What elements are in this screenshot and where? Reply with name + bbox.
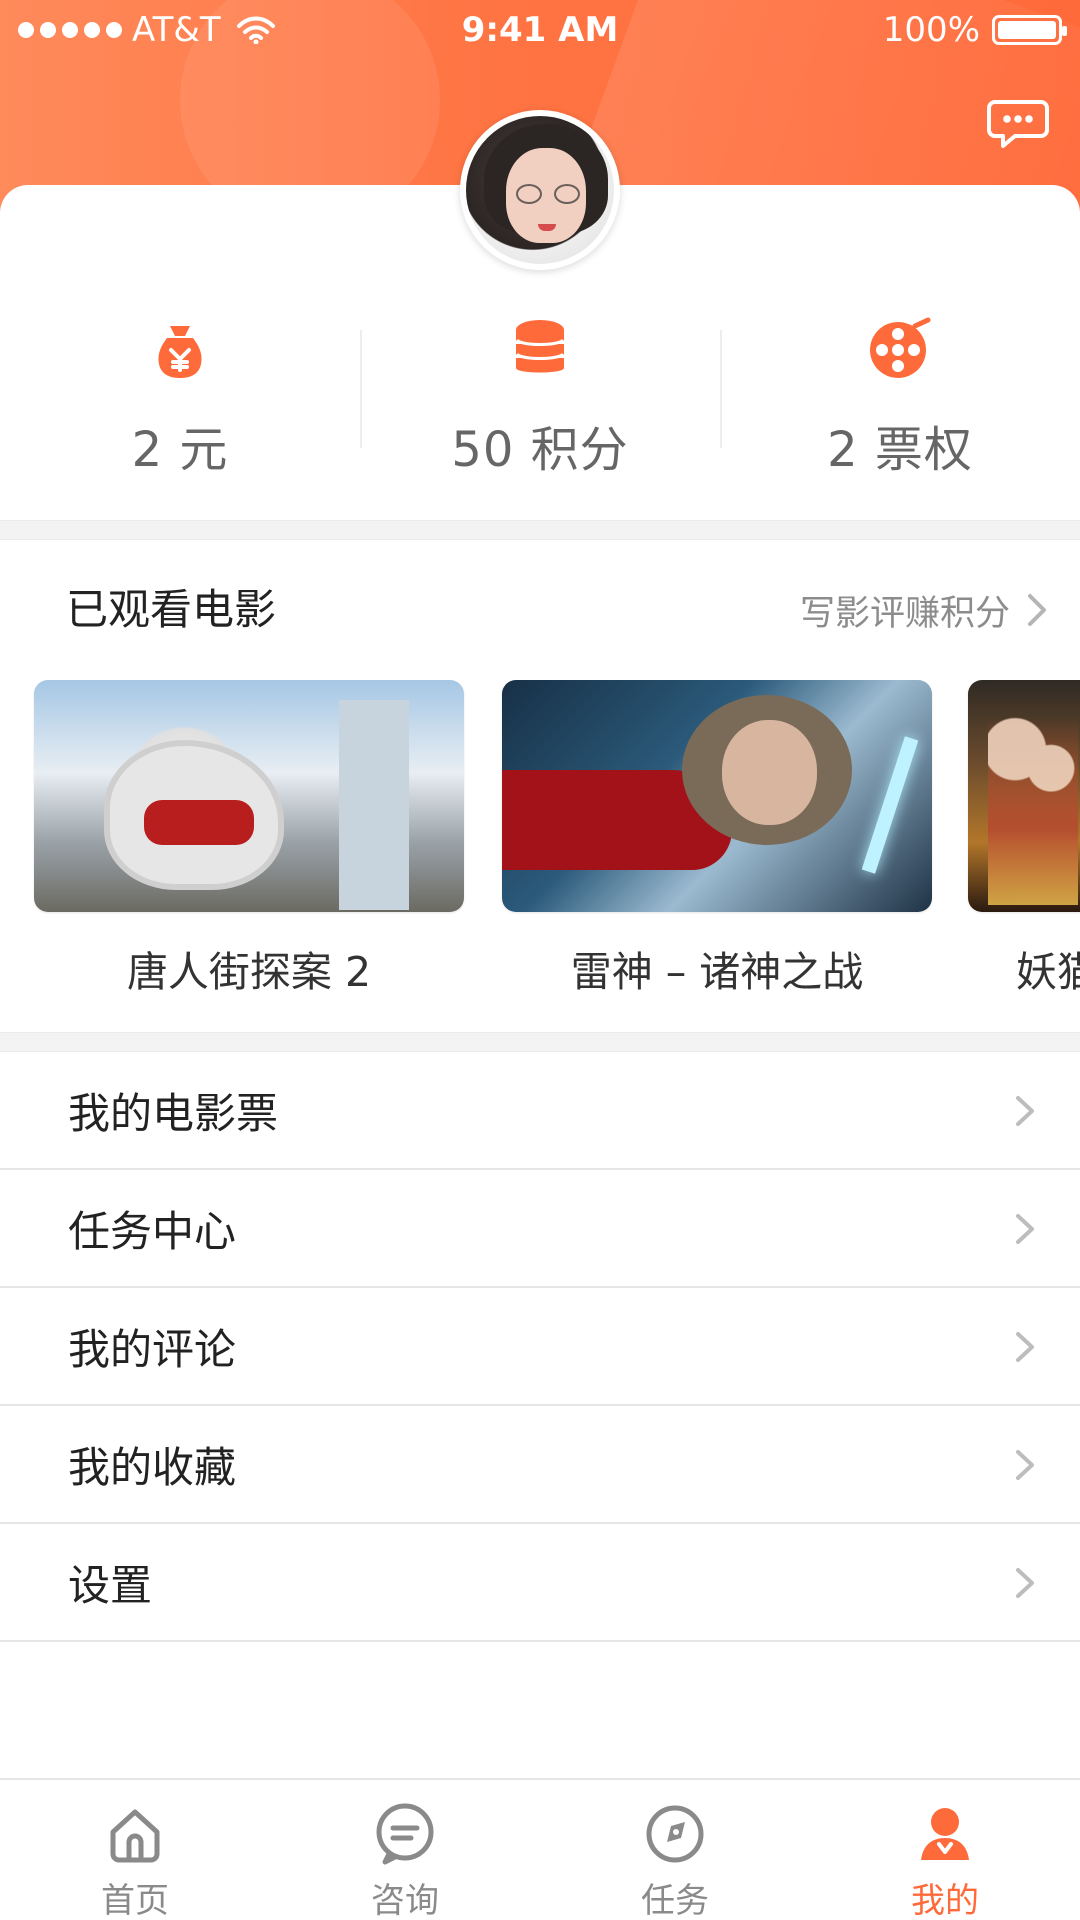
chevron-right-icon	[1016, 1214, 1034, 1244]
movie-carousel[interactable]: 唐人街探案 2 雷神 – 诸神之战 妖猫	[0, 680, 1080, 1010]
stats-row: 2 元 50 积分 2 票权	[0, 290, 1080, 490]
battery-percent: 100%	[882, 10, 980, 50]
chevron-right-icon	[1028, 594, 1046, 626]
movie-card[interactable]: 妖猫	[968, 680, 1080, 1010]
chevron-right-icon	[1016, 1568, 1034, 1598]
money-bag-yen-icon	[145, 314, 215, 384]
menu-item-label: 我的收藏	[68, 1442, 237, 1492]
status-right: 100%	[882, 0, 1067, 60]
stat-balance-value: 2 元	[131, 422, 229, 478]
menu-item-my-reviews[interactable]: 我的评论	[0, 1288, 1080, 1406]
avatar[interactable]	[460, 110, 620, 270]
movie-card[interactable]: 雷神 – 诸神之战	[502, 680, 932, 1010]
movie-card[interactable]: 唐人街探案 2	[34, 680, 464, 1010]
movie-poster	[34, 680, 464, 912]
stats-divider-2	[720, 330, 722, 448]
movie-title: 唐人街探案 2	[126, 948, 372, 996]
chevron-right-icon	[1016, 1096, 1034, 1126]
write-review-label: 写影评赚积分	[799, 593, 1010, 634]
movie-poster	[968, 680, 1080, 912]
tab-me[interactable]: 我的	[810, 1780, 1080, 1920]
film-reel-icon	[865, 314, 935, 384]
tab-me-label: 我的	[911, 1881, 979, 1920]
section-separator	[0, 1032, 1080, 1052]
chevron-right-icon	[1016, 1450, 1034, 1480]
status-bar: AT&T 9:41 AM 100%	[0, 0, 1080, 60]
menu-item-my-tickets[interactable]: 我的电影票	[0, 1052, 1080, 1170]
user-icon	[905, 1796, 985, 1871]
menu-item-label: 设置	[68, 1560, 153, 1610]
menu-item-favorites[interactable]: 我的收藏	[0, 1406, 1080, 1524]
tab-tasks[interactable]: 任务	[540, 1780, 810, 1920]
tab-consult[interactable]: 咨询	[270, 1780, 540, 1920]
watched-movies-section: 已观看电影 写影评赚积分 唐人街探案 2 雷神 – 诸神之战 妖猫	[0, 540, 1080, 1045]
menu-item-label: 我的评论	[68, 1324, 237, 1374]
home-icon	[95, 1796, 175, 1871]
watched-movies-title: 已观看电影	[66, 585, 277, 634]
watched-movies-header: 已观看电影 写影评赚积分	[0, 580, 1080, 640]
menu-item-label: 任务中心	[68, 1206, 237, 1256]
stat-tickets[interactable]: 2 票权	[720, 290, 1080, 490]
stat-balance[interactable]: 2 元	[0, 290, 360, 490]
menu-item-settings[interactable]: 设置	[0, 1524, 1080, 1642]
menu-item-task-center[interactable]: 任务中心	[0, 1170, 1080, 1288]
tab-consult-label: 咨询	[371, 1881, 439, 1920]
coin-stack-icon	[505, 314, 575, 384]
bottom-tab-bar: 首页 咨询 任务 我的	[0, 1778, 1080, 1920]
chat-bubble-icon	[987, 100, 1049, 148]
message-icon	[365, 1796, 445, 1871]
tab-tasks-label: 任务	[641, 1881, 709, 1920]
profile-page: AT&T 9:41 AM 100% 2 元 50 积分 2 票权 已观看电影 写…	[0, 0, 1080, 1920]
menu-item-label: 我的电影票	[68, 1088, 279, 1138]
stat-points-value: 50 积分	[451, 422, 629, 478]
stat-points[interactable]: 50 积分	[360, 290, 720, 490]
write-review-link[interactable]: 写影评赚积分	[800, 580, 1050, 640]
compass-icon	[635, 1796, 715, 1871]
messages-button[interactable]	[984, 94, 1052, 154]
battery-icon	[992, 15, 1067, 45]
movie-title: 雷神 – 诸神之战	[570, 948, 864, 996]
chevron-right-icon	[1016, 1332, 1034, 1362]
movie-title: 妖猫	[1016, 948, 1080, 996]
stat-tickets-value: 2 票权	[827, 422, 973, 478]
section-separator	[0, 520, 1080, 540]
tab-home[interactable]: 首页	[0, 1780, 270, 1920]
tab-home-label: 首页	[101, 1881, 169, 1920]
menu-list: 我的电影票 任务中心 我的评论 我的收藏 设置	[0, 1052, 1080, 1642]
movie-poster	[502, 680, 932, 912]
stats-divider-1	[360, 330, 362, 448]
